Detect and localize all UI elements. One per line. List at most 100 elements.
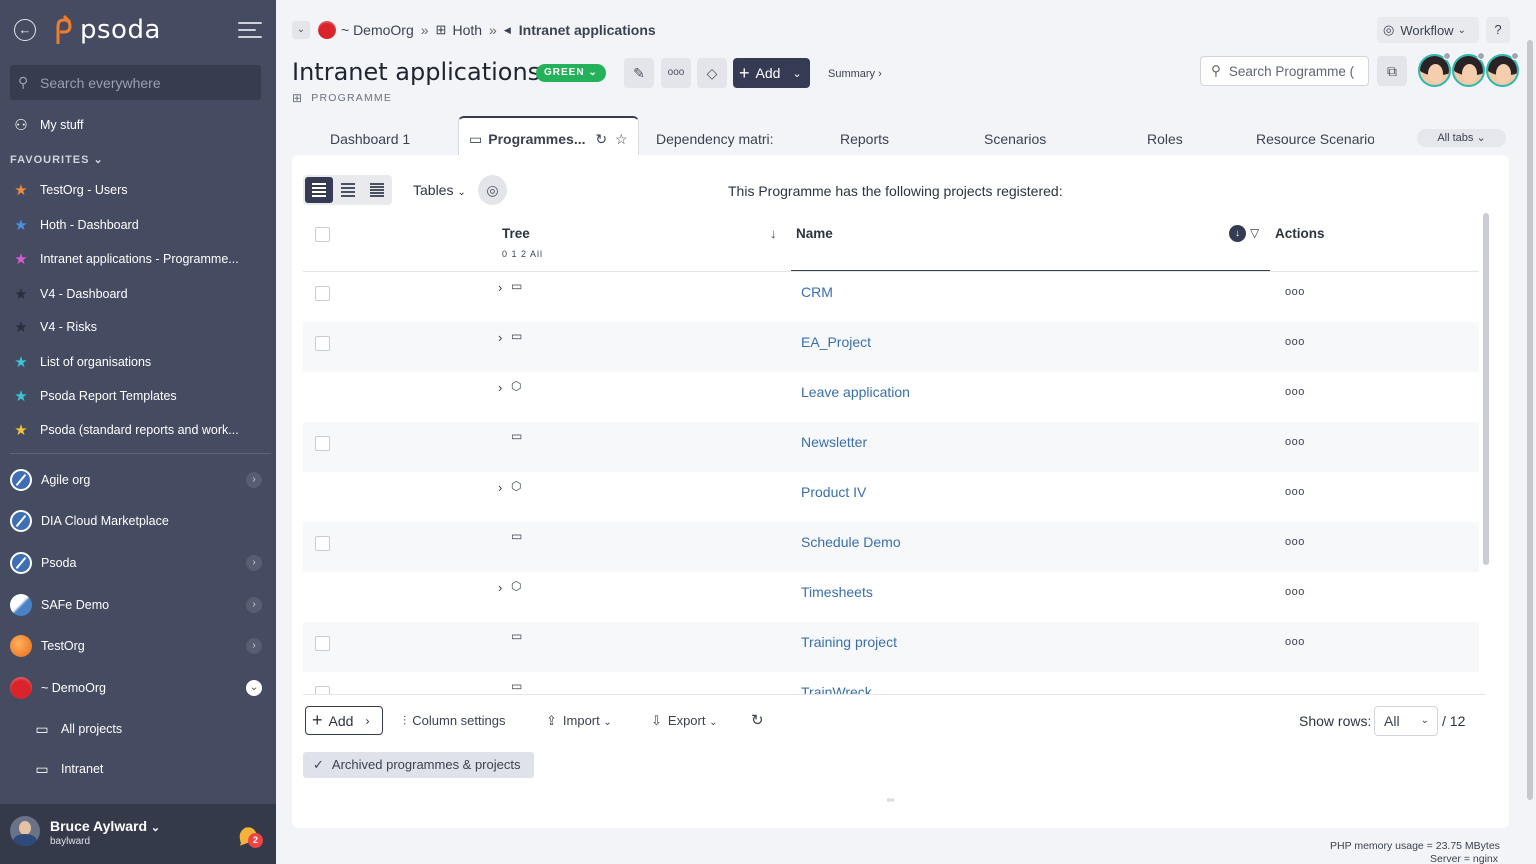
user-name[interactable]: Bruce Aylward ⌄ bbox=[50, 818, 160, 834]
refresh-icon[interactable]: ↻ bbox=[751, 711, 764, 729]
table-scrollbar[interactable] bbox=[1483, 213, 1489, 565]
row-actions-icon[interactable]: ooo bbox=[1285, 286, 1305, 298]
favourite-item[interactable]: ★ Intranet applications - Programme... bbox=[10, 246, 265, 272]
add-button[interactable]: + Add ⌄ bbox=[733, 58, 810, 88]
table-row[interactable]: › ⬡ Timesheets ooo bbox=[303, 572, 1479, 622]
chevron-right-icon[interactable]: › bbox=[498, 280, 502, 295]
favourite-item[interactable]: ★ Hoth - Dashboard bbox=[10, 212, 265, 238]
chevron-right-icon[interactable]: › bbox=[246, 555, 262, 571]
org-item-dia-cloud[interactable]: DIA Cloud Marketplace bbox=[10, 506, 268, 536]
org-item-demoorg[interactable]: ~ DemoOrg ⌄ bbox=[10, 673, 268, 703]
breadcrumb-org[interactable]: ~ DemoOrg bbox=[341, 22, 414, 38]
archived-toggle-button[interactable]: ✓ Archived programmes & projects bbox=[303, 752, 534, 778]
select-all-checkbox[interactable] bbox=[315, 227, 330, 242]
psoda-logo[interactable]: psoda bbox=[50, 12, 161, 48]
all-tabs-dropdown[interactable]: All tabs ⌄ bbox=[1417, 129, 1506, 147]
project-link[interactable]: Product IV bbox=[801, 484, 866, 500]
project-link[interactable]: Training project bbox=[801, 634, 897, 650]
breadcrumb-parent[interactable]: Hoth bbox=[452, 22, 482, 38]
tab-programmes[interactable]: ▭ Programmes... ↻ ☆ bbox=[458, 116, 639, 156]
project-link[interactable]: Leave application bbox=[801, 384, 910, 400]
table-row[interactable]: › ▭ EA_Project ooo bbox=[303, 322, 1479, 372]
chevron-right-icon[interactable]: › bbox=[498, 480, 502, 495]
search-programme-input[interactable]: ⚲ Search Programme ( bbox=[1200, 56, 1369, 86]
column-settings-button[interactable]: ⫶ Column settings bbox=[403, 713, 505, 729]
project-link[interactable]: EA_Project bbox=[801, 334, 871, 350]
row-actions-icon[interactable]: ooo bbox=[1285, 386, 1305, 398]
column-header-name[interactable]: Name bbox=[796, 226, 833, 241]
org-item-agile-org[interactable]: Agile org › bbox=[10, 465, 268, 495]
filter-icon[interactable]: ▽ bbox=[1250, 226, 1259, 240]
row-checkbox[interactable] bbox=[315, 536, 330, 551]
view-dense-button[interactable] bbox=[363, 177, 391, 203]
sort-descending-icon[interactable]: ↓ bbox=[1229, 225, 1246, 242]
target-button[interactable]: ◎ bbox=[478, 175, 507, 205]
favourites-header[interactable]: FAVOURITES ⌄ bbox=[10, 153, 104, 166]
favourite-item[interactable]: ★ Psoda Report Templates bbox=[10, 383, 265, 409]
chevron-right-icon[interactable]: › bbox=[246, 472, 262, 488]
row-actions-icon[interactable]: ooo bbox=[1285, 336, 1305, 348]
table-row[interactable]: ▭ Training project ooo bbox=[303, 622, 1479, 672]
chevron-right-icon[interactable]: › bbox=[498, 330, 502, 345]
status-badge[interactable]: GREEN ⌄ bbox=[536, 64, 606, 82]
import-button[interactable]: ⇪ Import ⌄ bbox=[546, 713, 612, 729]
favourite-item[interactable]: ★ Psoda (standard reports and work... bbox=[10, 417, 265, 443]
view-comfortable-button[interactable] bbox=[305, 177, 333, 203]
row-checkbox[interactable] bbox=[315, 286, 330, 301]
project-link[interactable]: Schedule Demo bbox=[801, 534, 901, 550]
project-link[interactable]: TrainWreck bbox=[801, 684, 872, 694]
sidebar-item-my-stuff[interactable]: ⚇ My stuff bbox=[10, 112, 265, 138]
sidebar-search[interactable]: ⚲ bbox=[10, 65, 261, 100]
view-compact-button[interactable] bbox=[334, 177, 362, 203]
favourite-item[interactable]: ★ V4 - Risks bbox=[10, 314, 265, 340]
tag-button[interactable]: ◇ bbox=[697, 58, 727, 88]
favourite-item[interactable]: ★ TestOrg - Users bbox=[10, 177, 265, 203]
row-checkbox[interactable] bbox=[315, 686, 330, 694]
sidebar-item-all-projects[interactable]: ▭ All projects bbox=[32, 717, 122, 741]
project-link[interactable]: Timesheets bbox=[801, 584, 873, 600]
project-link[interactable]: CRM bbox=[801, 284, 833, 300]
avatar[interactable] bbox=[10, 816, 40, 846]
collapse-sidebar-icon[interactable] bbox=[238, 22, 262, 40]
table-row[interactable]: ▭ Newsletter ooo bbox=[303, 422, 1479, 472]
table-row[interactable]: › ⬡ Product IV ooo bbox=[303, 472, 1479, 522]
tree-level-selector[interactable]: 0 1 2 All bbox=[502, 249, 543, 259]
more-button[interactable]: ooo bbox=[661, 58, 691, 88]
summary-link[interactable]: Summary › bbox=[828, 68, 882, 80]
row-actions-icon[interactable]: ooo bbox=[1285, 586, 1305, 598]
favourite-item[interactable]: ★ List of organisations bbox=[10, 349, 265, 375]
org-item-safe-demo[interactable]: SAFe Demo › bbox=[10, 590, 268, 620]
table-row[interactable]: ▭ Schedule Demo ooo bbox=[303, 522, 1479, 572]
back-icon[interactable]: ← bbox=[14, 19, 36, 41]
favourite-item[interactable]: ★ V4 - Dashboard bbox=[10, 281, 265, 307]
row-actions-icon[interactable]: ooo bbox=[1285, 636, 1305, 648]
column-header-tree[interactable]: Tree bbox=[502, 226, 530, 241]
org-item-testorg[interactable]: TestOrg › bbox=[10, 631, 268, 661]
workflow-button[interactable]: ◎ Workflow ⌄ bbox=[1377, 17, 1479, 43]
share-button[interactable]: ⧉ bbox=[1377, 56, 1407, 86]
table-row[interactable]: ▭ TrainWreck bbox=[303, 672, 1479, 694]
help-button[interactable]: ? bbox=[1486, 17, 1510, 43]
footer-add-button[interactable]: + Add › bbox=[305, 706, 383, 735]
chevron-down-icon[interactable]: ⌄ bbox=[246, 680, 262, 696]
table-row[interactable]: › ⬡ Leave application ooo bbox=[303, 372, 1479, 422]
sidebar-item-intranet[interactable]: ▭ Intranet bbox=[32, 757, 103, 781]
org-item-psoda[interactable]: Psoda › bbox=[10, 548, 268, 578]
refresh-icon[interactable]: ↻ bbox=[595, 131, 607, 147]
resize-handle-icon[interactable]: ═ bbox=[887, 795, 894, 806]
chevron-right-icon[interactable]: › bbox=[498, 580, 502, 595]
chevron-right-icon[interactable]: › bbox=[246, 597, 262, 613]
tables-dropdown[interactable]: Tables ⌄ bbox=[413, 182, 466, 198]
star-outline-icon[interactable]: ☆ bbox=[615, 131, 628, 147]
show-rows-select[interactable]: All ⌄ bbox=[1374, 706, 1438, 736]
row-checkbox[interactable] bbox=[315, 336, 330, 351]
row-checkbox[interactable] bbox=[315, 436, 330, 451]
row-checkbox[interactable] bbox=[315, 636, 330, 651]
search-everywhere-input[interactable] bbox=[40, 74, 250, 91]
export-button[interactable]: ⇩ Export ⌄ bbox=[651, 713, 718, 729]
page-scrollbar[interactable] bbox=[1527, 40, 1533, 800]
row-actions-icon[interactable]: ooo bbox=[1285, 486, 1305, 498]
chevron-down-icon[interactable]: ⌄ bbox=[292, 21, 310, 39]
edit-button[interactable]: ✎ bbox=[624, 58, 654, 88]
table-row[interactable]: › ▭ CRM ooo bbox=[303, 272, 1479, 322]
